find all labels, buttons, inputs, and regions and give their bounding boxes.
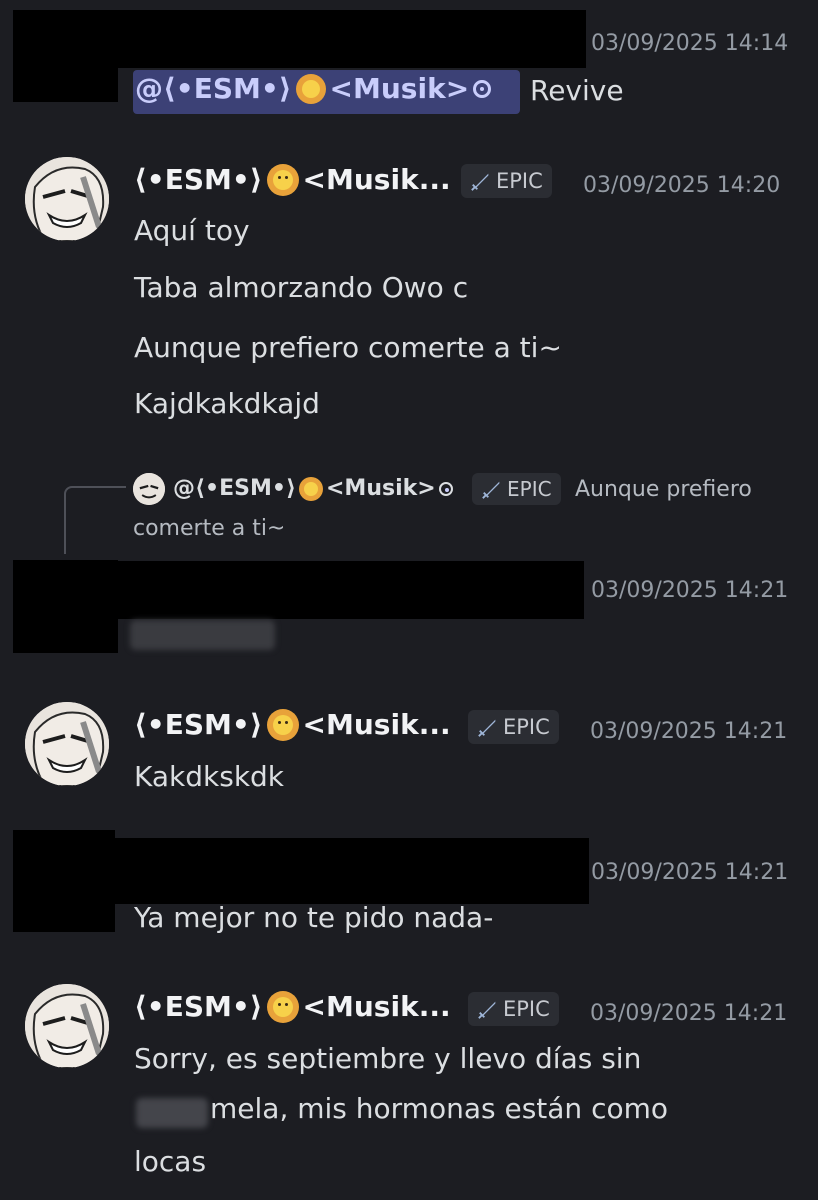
username-text: ⟨•ESM•⟩: [134, 708, 263, 741]
avatar[interactable]: [25, 702, 109, 786]
sword-icon: [478, 1001, 496, 1019]
reply-text[interactable]: comerte a ti~: [133, 516, 285, 541]
role-badge[interactable]: EPIC: [472, 473, 561, 505]
timestamp: 03/09/2025 14:14: [591, 31, 789, 56]
reply-author-name: @⟨•ESM•⟩: [173, 476, 296, 501]
spiral-icon: [473, 79, 492, 98]
lion-icon: [266, 990, 299, 1023]
lion-icon: [299, 476, 323, 501]
username[interactable]: ⟨•ESM•⟩ <Musik...: [134, 163, 451, 196]
user-mention[interactable]: @⟨•ESM•⟩ <Musik>: [135, 72, 492, 105]
message-line: Taba almorzando Owo c: [134, 271, 469, 304]
reply-text[interactable]: Aunque prefiero: [575, 477, 752, 502]
message-line: Sorry, es septiembre y llevo días sin: [134, 1042, 642, 1075]
reply-avatar[interactable]: [133, 473, 165, 505]
username-suffix: <Musik...: [302, 163, 451, 196]
sword-icon: [478, 719, 496, 737]
timestamp: 03/09/2025 14:20: [583, 173, 781, 198]
reply-author[interactable]: @⟨•ESM•⟩ <Musik>: [173, 476, 453, 501]
redacted-author-block: [13, 830, 115, 932]
username-text: ⟨•ESM•⟩: [134, 163, 263, 196]
redacted-author-name: [115, 838, 589, 904]
spiral-icon: [438, 481, 453, 496]
mention-name: @⟨•ESM•⟩: [135, 72, 292, 105]
badge-label: EPIC: [503, 997, 550, 1021]
timestamp: 03/09/2025 14:21: [590, 719, 788, 744]
badge-label: EPIC: [507, 477, 552, 501]
timestamp: 03/09/2025 14:21: [591, 578, 789, 603]
avatar[interactable]: [25, 157, 109, 241]
redacted-author-block: [13, 10, 118, 102]
message-line: locas: [134, 1145, 207, 1178]
badge-label: EPIC: [496, 169, 543, 193]
timestamp: 03/09/2025 14:21: [591, 860, 789, 885]
redacted-word: [136, 1098, 208, 1128]
username[interactable]: ⟨•ESM•⟩ <Musik...: [134, 708, 451, 741]
lion-icon: [266, 708, 299, 741]
username-suffix: <Musik...: [302, 990, 451, 1023]
redacted-author-name: [118, 10, 586, 68]
lion-icon: [266, 163, 299, 196]
redacted-message-text: [130, 620, 275, 650]
redacted-author-block: [13, 560, 118, 653]
mention-suffix: <Musik>: [329, 72, 470, 105]
message-line: Kakdkskdk: [134, 760, 285, 793]
message-line: Aquí toy: [134, 214, 250, 247]
message-line: Ya mejor no te pido nada-: [134, 901, 494, 934]
timestamp: 03/09/2025 14:21: [590, 1001, 788, 1026]
lion-icon: [295, 73, 326, 104]
username-text: ⟨•ESM•⟩: [134, 990, 263, 1023]
reply-connector: [64, 486, 126, 554]
sword-icon: [482, 481, 500, 499]
redacted-author-name: [118, 561, 584, 619]
username[interactable]: ⟨•ESM•⟩ <Musik...: [134, 990, 451, 1023]
role-badge[interactable]: EPIC: [468, 992, 559, 1026]
badge-label: EPIC: [503, 715, 550, 739]
avatar[interactable]: [25, 984, 109, 1068]
sword-icon: [471, 173, 489, 191]
role-badge[interactable]: EPIC: [461, 164, 552, 198]
role-badge[interactable]: EPIC: [468, 710, 559, 744]
reply-author-suffix: <Musik>: [326, 476, 436, 501]
username-suffix: <Musik...: [302, 708, 451, 741]
message-line: Aunque prefiero comerte a ti~: [134, 331, 562, 364]
message-line: mela, mis hormonas están como: [210, 1092, 669, 1125]
message-line: Kajdkakdkajd: [134, 387, 320, 420]
message-text: Revive: [530, 74, 624, 107]
